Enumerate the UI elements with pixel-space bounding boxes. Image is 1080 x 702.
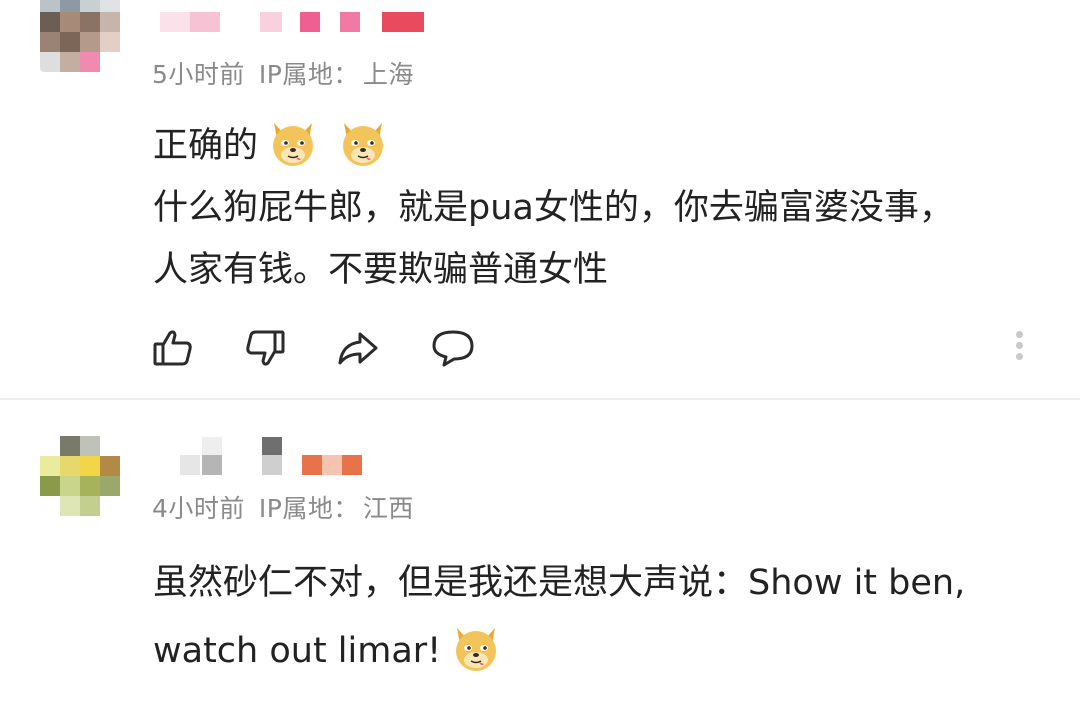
like-button[interactable] bbox=[150, 325, 196, 371]
comment-line: 什么狗屁牛郎，就是pua女性的，你去骗富婆没事， bbox=[153, 188, 954, 228]
divider bbox=[0, 398, 1080, 400]
comment-line: 人家有钱。不要欺骗普通女性 bbox=[153, 250, 609, 290]
comment-actions bbox=[150, 325, 1050, 375]
comment-icon bbox=[432, 330, 474, 367]
comment-item: 4小时前 IP属地： 江西 虽然砂仁不对，但是我还是想大声说：Show it ben… bbox=[0, 401, 1080, 702]
doge-emoji bbox=[273, 123, 314, 166]
avatar[interactable] bbox=[40, 0, 120, 72]
doge-emoji bbox=[343, 123, 384, 166]
comment-line: watch out limar! bbox=[153, 617, 965, 685]
thumbs-down-icon bbox=[246, 330, 285, 366]
more-button[interactable] bbox=[1012, 327, 1026, 367]
thumbs-up-icon bbox=[153, 330, 192, 366]
ip-label: IP属地： bbox=[258, 494, 359, 523]
ip-label: IP属地： bbox=[258, 60, 359, 89]
timestamp: 5小时前 bbox=[152, 60, 245, 89]
comment-item: 5小时前 IP属地： 上海 正确的 什么狗屁牛郎，就是pua女性的，你去骗富婆没事，… bbox=[0, 0, 1080, 400]
reply-button[interactable] bbox=[430, 325, 476, 371]
comment-text: 虽然砂仁不对，但是我还是想大声说：Show it ben, watch out … bbox=[153, 549, 965, 685]
ip-location: 江西 bbox=[362, 494, 414, 523]
share-icon bbox=[338, 332, 378, 365]
comment-meta: 4小时前 IP属地： 江西 bbox=[152, 489, 428, 525]
timestamp: 4小时前 bbox=[152, 494, 245, 523]
ip-location: 上海 bbox=[362, 60, 414, 89]
username[interactable] bbox=[160, 437, 370, 477]
doge-emoji bbox=[456, 628, 497, 671]
share-button[interactable] bbox=[335, 325, 381, 371]
more-icon bbox=[1015, 331, 1023, 338]
avatar[interactable] bbox=[40, 436, 120, 516]
username[interactable] bbox=[160, 12, 430, 34]
comment-line: 正确的 bbox=[153, 115, 954, 177]
comment-line: 虽然砂仁不对，但是我还是想大声说：Show it ben, bbox=[153, 563, 966, 603]
dislike-button[interactable] bbox=[242, 325, 288, 371]
comment-meta: 5小时前 IP属地： 上海 bbox=[152, 55, 428, 91]
comment-text: 正确的 什么狗屁牛郎，就是pua女性的，你去骗富婆没事， 人家有钱。不要欺骗普通… bbox=[153, 115, 954, 301]
